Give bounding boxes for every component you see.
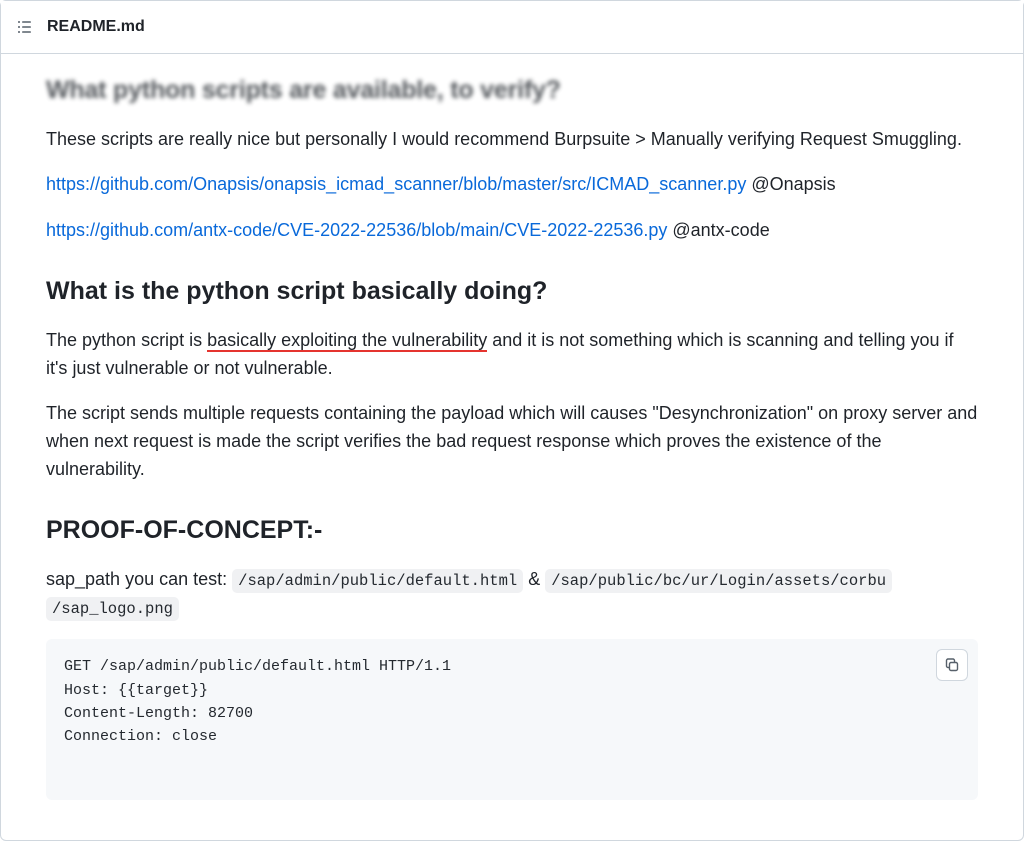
readme-body: What python scripts are available, to ve… [1, 72, 1023, 840]
link1-attrib: @Onapsis [746, 174, 835, 194]
desc1-pre: The python script is [46, 330, 207, 350]
poc-paths-line: sap_path you can test: /sap/admin/public… [46, 566, 978, 622]
onapsis-scanner-link[interactable]: https://github.com/Onapsis/onapsis_icmad… [46, 174, 746, 194]
readme-header: README.md [1, 1, 1023, 54]
poc-code-path-3: /sap_logo.png [46, 597, 179, 621]
link1-line: https://github.com/Onapsis/onapsis_icmad… [46, 171, 978, 199]
codeblock-wrapper: GET /sap/admin/public/default.html HTTP/… [46, 639, 978, 799]
http-request-codeblock: GET /sap/admin/public/default.html HTTP/… [46, 639, 978, 799]
copy-button[interactable] [936, 649, 968, 681]
poc-amp: & [523, 569, 545, 589]
desc-paragraph-1: The python script is basically exploitin… [46, 327, 978, 383]
poc-code-path-1: /sap/admin/public/default.html [232, 569, 523, 593]
heading-what-doing: What is the python script basically doin… [46, 273, 978, 311]
partial-heading-scripts: What python scripts are available, to ve… [46, 72, 978, 110]
scripts-intro-text: These scripts are really nice but person… [46, 126, 978, 154]
poc-line-pre: sap_path you can test: [46, 569, 232, 589]
readme-box: README.md What python scripts are availa… [0, 0, 1024, 841]
heading-poc: PROOF-OF-CONCEPT:- [46, 512, 978, 550]
toc-icon[interactable] [17, 19, 33, 35]
codeblock-text: GET /sap/admin/public/default.html HTTP/… [64, 658, 451, 745]
link2-attrib: @antx-code [667, 220, 769, 240]
copy-icon [944, 657, 960, 673]
antx-cve-link[interactable]: https://github.com/antx-code/CVE-2022-22… [46, 220, 667, 240]
desc-paragraph-2: The script sends multiple requests conta… [46, 400, 978, 484]
file-name: README.md [47, 15, 145, 39]
desc1-underlined: basically exploiting the vulnerability [207, 330, 487, 352]
link2-line: https://github.com/antx-code/CVE-2022-22… [46, 217, 978, 245]
poc-code-path-2: /sap/public/bc/ur/Login/assets/corbu [545, 569, 892, 593]
